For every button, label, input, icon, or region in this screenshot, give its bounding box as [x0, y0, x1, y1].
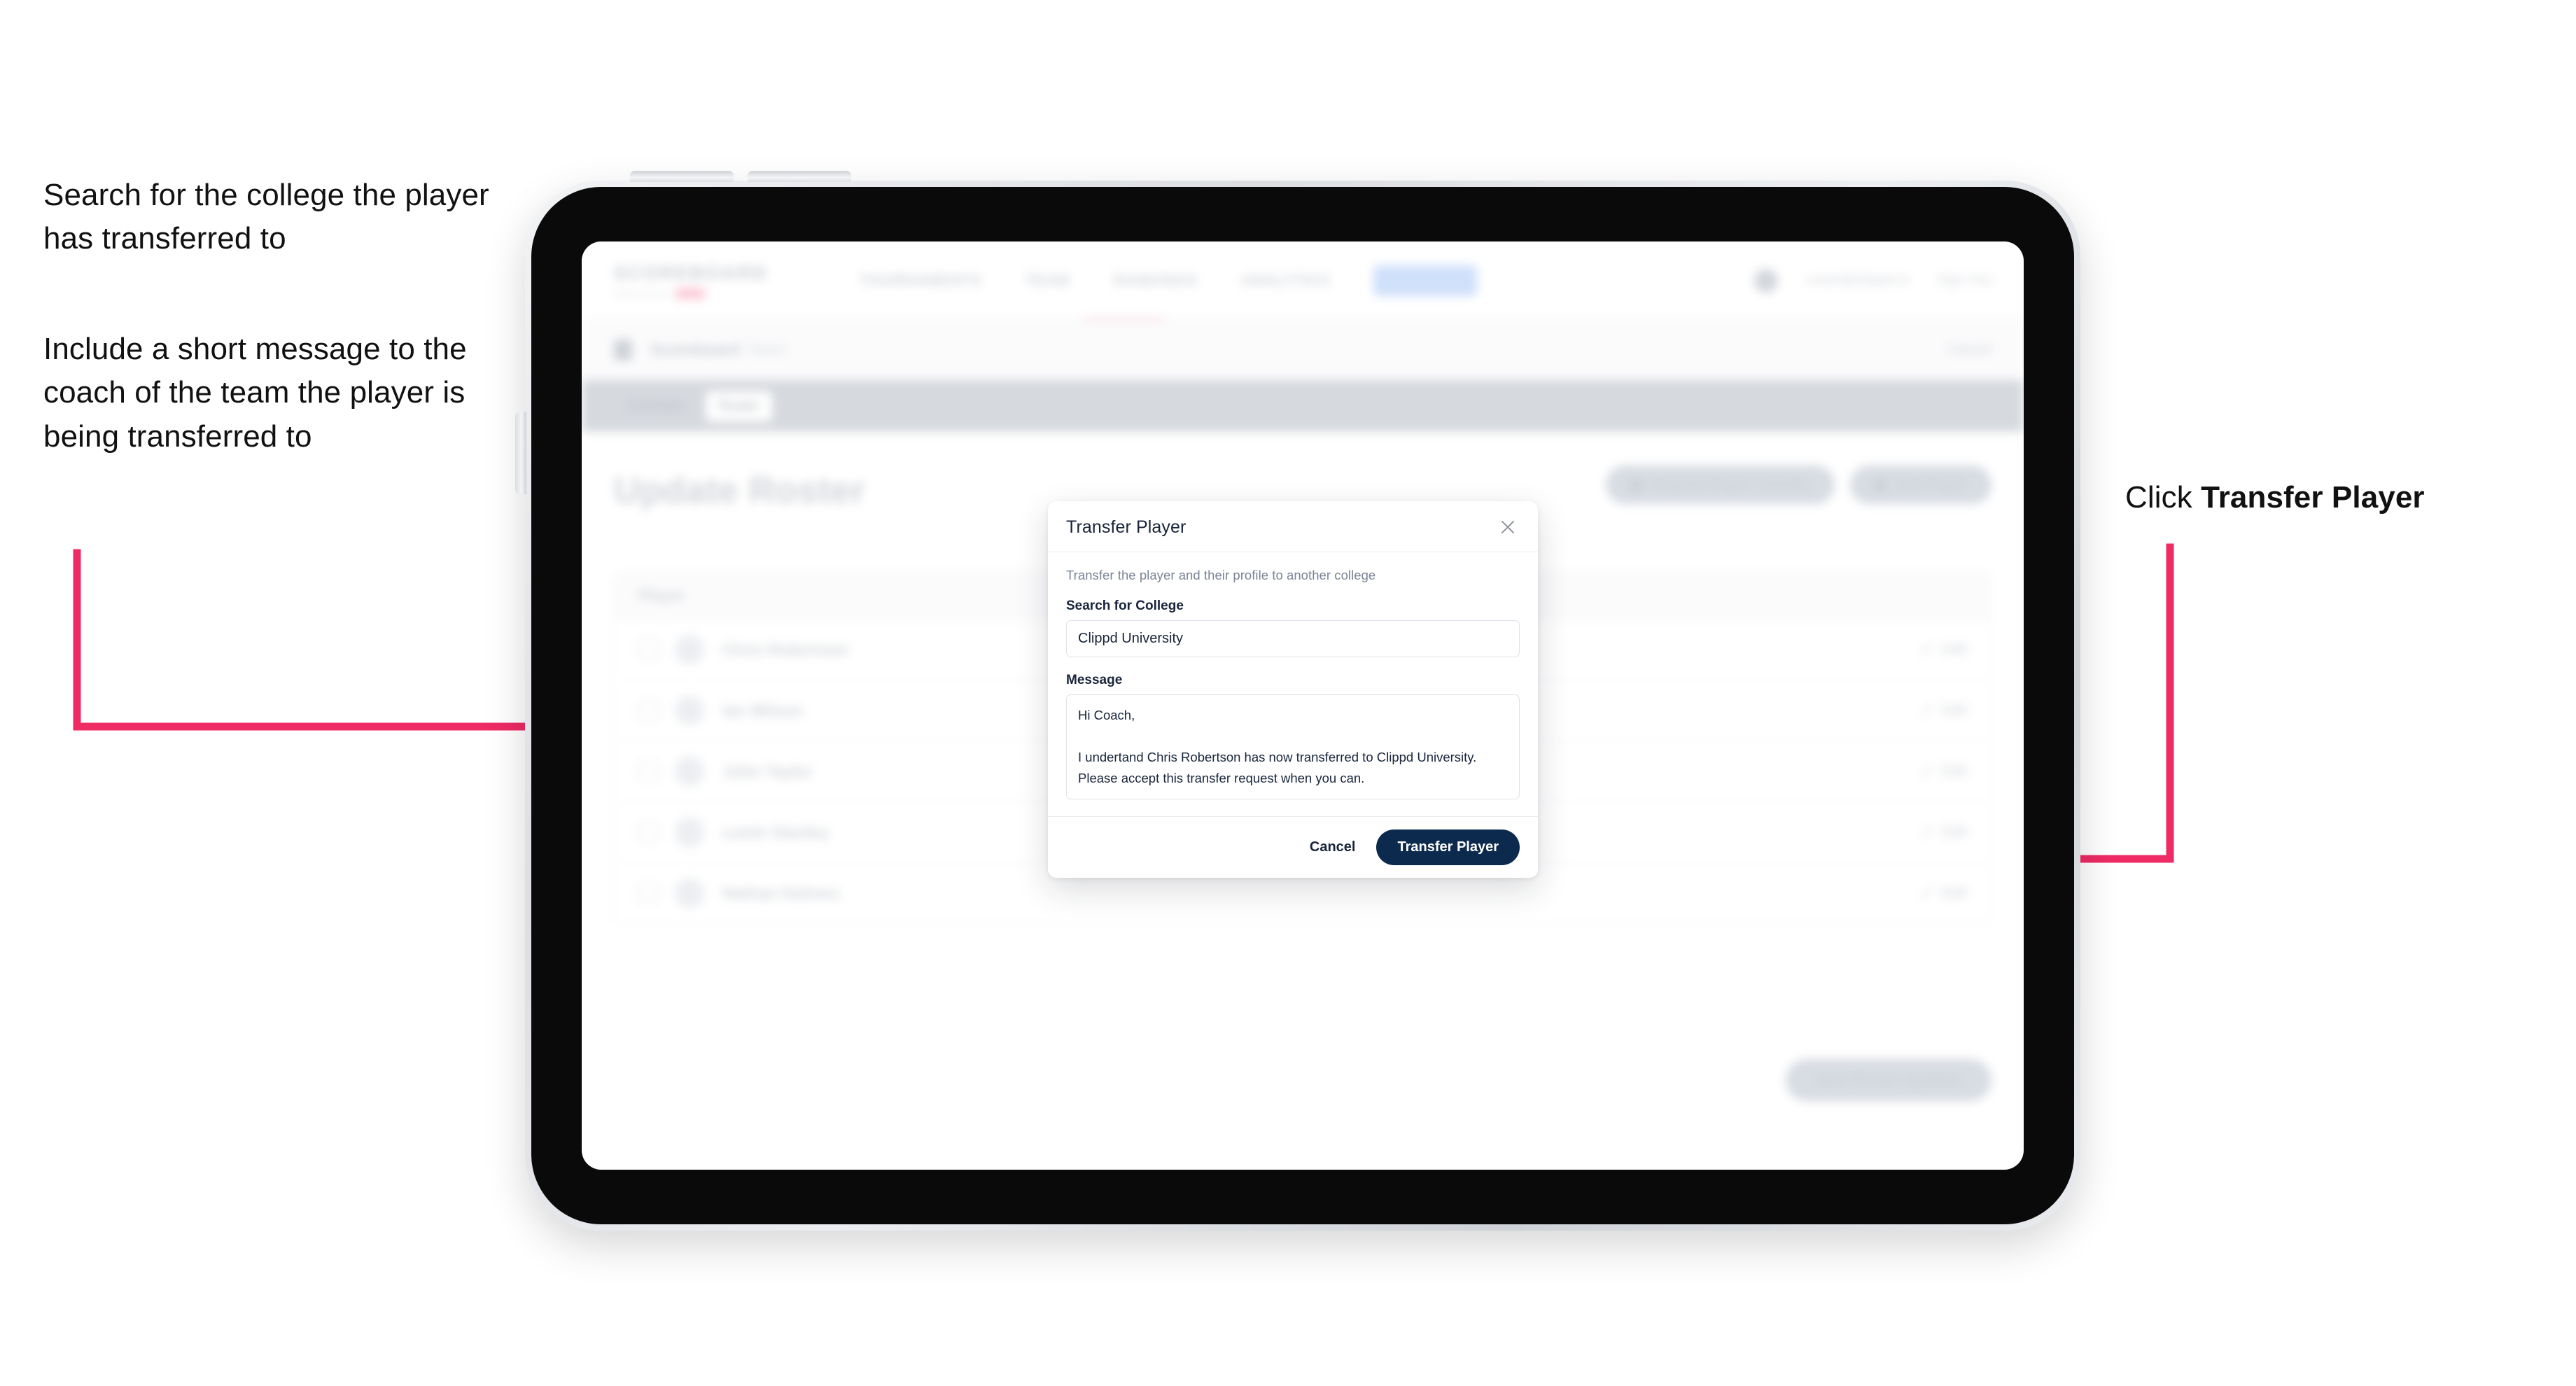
avatar	[675, 635, 704, 664]
search-college-input[interactable]	[1066, 620, 1520, 657]
row-checkbox[interactable]	[638, 822, 658, 842]
nav-link-analytics[interactable]: ANALYTICS	[1241, 272, 1330, 290]
brand-subtitle-row: Powered by	[614, 288, 768, 299]
nav-sign-out[interactable]: Sign Out	[1937, 272, 1991, 288]
save-roster-updates-button[interactable]: Save Roster Updates	[1785, 1059, 1991, 1101]
transfer-icon	[1629, 478, 1642, 491]
edit-label: Edit	[1941, 641, 1967, 657]
power-button[interactable]	[515, 412, 526, 494]
nav-link-roster[interactable]: ROSTER	[1373, 265, 1477, 296]
cancel-button[interactable]: Cancel	[1310, 839, 1356, 855]
tab-roster[interactable]: Roster	[706, 391, 773, 421]
request-player-transfer-button[interactable]: Request Player Transfer	[1605, 465, 1835, 504]
nav-links: TOURNAMENTS TEAM RANKINGS ANALYTICS ROST…	[859, 265, 1477, 296]
close-icon[interactable]	[1496, 515, 1520, 539]
breadcrumb-icon	[614, 339, 632, 360]
row-checkbox[interactable]	[638, 762, 658, 781]
field-spacer	[1066, 657, 1520, 673]
edit-label: Edit	[1941, 885, 1967, 901]
annotation-left-include-message: Include a short message to the coach of …	[43, 332, 467, 454]
modal-description: Transfer the player and their profile to…	[1066, 568, 1376, 582]
pencil-icon	[1919, 643, 1933, 657]
tab-bar: Overview Roster	[582, 380, 2024, 432]
avatar	[675, 696, 704, 725]
brand-chip-clippd	[675, 288, 705, 299]
player-name: Chris Robertson	[722, 640, 849, 659]
transfer-player-button[interactable]: Transfer Player	[1376, 830, 1520, 865]
row-checkbox[interactable]	[638, 640, 658, 659]
annotation-right-prefix: Click	[2125, 480, 2202, 514]
avatar	[675, 818, 704, 847]
brand-powered-by: Powered by	[614, 288, 669, 299]
transfer-player-modal: Transfer Player Transfer the player and …	[1048, 501, 1538, 878]
page-action-buttons: Request Player Transfer Add Player	[1605, 465, 1991, 504]
nav-link-tournaments[interactable]: TOURNAMENTS	[859, 272, 981, 290]
tab-overview[interactable]: Overview	[614, 391, 697, 421]
message-textarea[interactable]: Hi Coach, I undertand Chris Robertson ha…	[1066, 694, 1520, 799]
edit-player-link[interactable]: Edit	[1919, 763, 1967, 780]
row-checkbox[interactable]	[638, 701, 658, 720]
annotation-left-search-college: Search for the college the player has tr…	[43, 178, 489, 256]
screenshot-canvas: Search for the college the player has tr…	[0, 0, 2576, 1386]
plus-icon	[1873, 478, 1886, 491]
brand-name: SCOREBOARD	[614, 262, 769, 284]
breadcrumb-title[interactable]: Scoreboard	[650, 340, 740, 359]
modal-header: Transfer Player	[1048, 501, 1538, 552]
volume-down-button[interactable]	[748, 171, 851, 182]
annotation-right-click-transfer: Click Transfer Player	[2125, 476, 2559, 519]
edit-player-link[interactable]: Edit	[1919, 641, 1967, 658]
edit-player-link[interactable]: Edit	[1919, 885, 1967, 902]
pencil-icon	[1919, 764, 1933, 778]
nav-right-cluster: coach@clippd.io Sign Out	[1754, 268, 1991, 293]
avatar	[675, 878, 704, 908]
annotation-right-bold: Transfer Player	[2201, 480, 2425, 514]
breadcrumb-crumb[interactable]: Team	[747, 340, 786, 359]
app-top-navigation: SCOREBOARD Powered by TOURNAMENTS TEAM R…	[582, 241, 2024, 321]
player-name: Lewis Stanley	[722, 822, 830, 841]
modal-footer: Cancel Transfer Player	[1048, 816, 1538, 878]
row-checkbox[interactable]	[638, 883, 658, 903]
app-logo[interactable]: SCOREBOARD Powered by	[614, 262, 768, 299]
modal-title: Transfer Player	[1066, 517, 1186, 537]
edit-player-link[interactable]: Edit	[1919, 824, 1967, 841]
search-college-label: Search for College	[1066, 598, 1184, 613]
pencil-icon	[1919, 825, 1933, 839]
modal-body: Transfer the player and their profile to…	[1048, 552, 1538, 816]
edit-label: Edit	[1941, 763, 1967, 779]
nav-link-team[interactable]: TEAM	[1025, 272, 1070, 290]
breadcrumb-cancel[interactable]: Cancel	[1946, 342, 1991, 358]
pencil-icon	[1919, 704, 1933, 718]
avatar	[675, 757, 704, 786]
volume-up-button[interactable]	[630, 171, 734, 182]
avatar[interactable]	[1754, 268, 1779, 293]
edit-player-link[interactable]: Edit	[1919, 702, 1967, 719]
player-name: Nathan Holmes	[722, 883, 840, 902]
edit-label: Edit	[1941, 702, 1967, 718]
nav-link-rankings[interactable]: RANKINGS	[1113, 272, 1198, 290]
breadcrumb: Scoreboard Team Cancel	[582, 320, 2024, 380]
add-player-button[interactable]: Add Player	[1849, 465, 1991, 504]
player-name: John Taylor	[722, 762, 813, 780]
add-player-label: Add Player	[1894, 477, 1968, 492]
message-label: Message	[1066, 673, 1123, 687]
pencil-icon	[1919, 886, 1933, 900]
edit-label: Edit	[1941, 824, 1967, 840]
request-player-transfer-label: Request Player Transfer	[1650, 477, 1811, 492]
player-name: Ian Wilson	[722, 701, 803, 720]
nav-user-email: coach@clippd.io	[1806, 272, 1910, 288]
